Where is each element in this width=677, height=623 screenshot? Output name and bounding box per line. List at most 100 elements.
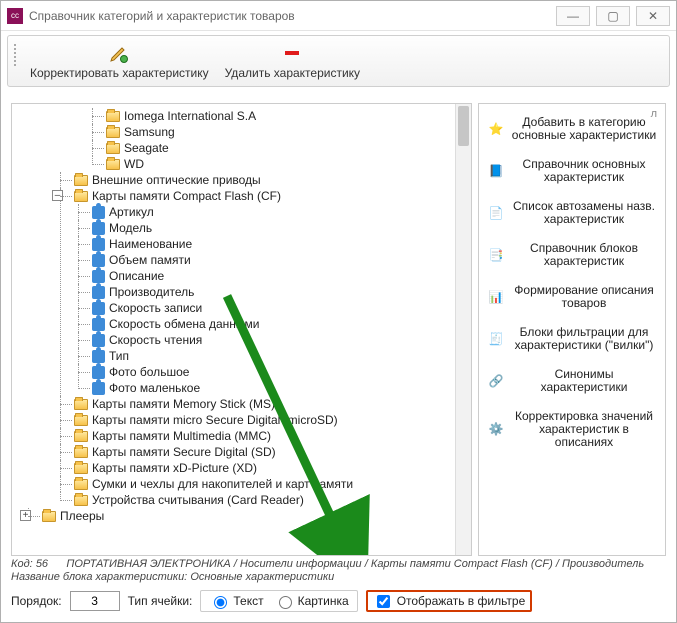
tree-characteristic[interactable]: Наименование [92, 236, 453, 252]
tree-folder[interactable]: Плееры [42, 508, 453, 524]
tree-label: Скорость записи [109, 300, 202, 316]
folder-icon [74, 447, 88, 458]
side-item-label: Справочник основных характеристик [511, 158, 657, 184]
celltype-image-option[interactable]: Картинка [274, 593, 349, 609]
side-item-icon: 🧾 [487, 330, 505, 348]
puzzle-icon [92, 222, 105, 235]
folder-icon [74, 415, 88, 426]
tree-folder[interactable]: Карты памяти Multimedia (MMC) [74, 428, 453, 444]
titlebar: cc Справочник категорий и характеристик … [1, 1, 676, 31]
folder-icon [106, 127, 120, 138]
show-in-filter-input[interactable] [377, 595, 390, 608]
tree-label: Скорость чтения [109, 332, 202, 348]
tree-toggle[interactable]: – [52, 190, 63, 201]
window-title: Справочник категорий и характеристик тов… [29, 9, 550, 23]
tree-label: Карты памяти Secure Digital (SD) [92, 444, 276, 460]
folder-icon [74, 479, 88, 490]
tree-label: Модель [109, 220, 152, 236]
tree-label: Фото большое [109, 364, 189, 380]
tree-folder[interactable]: Карты памяти Compact Flash (CF) [74, 188, 453, 204]
delete-characteristic-label: Удалить характеристику [225, 66, 360, 80]
tree-label: Скорость обмена данными [109, 316, 260, 332]
tree-folder[interactable]: Seagate [106, 140, 453, 156]
info-block: Код: 56 ПОРТАТИВНАЯ ЭЛЕКТРОНИКА / Носите… [11, 556, 666, 586]
tree-characteristic[interactable]: Модель [92, 220, 453, 236]
puzzle-icon [92, 270, 105, 283]
puzzle-icon [92, 350, 105, 363]
folder-icon [74, 431, 88, 442]
tree-characteristic[interactable]: Артикул [92, 204, 453, 220]
puzzle-icon [92, 254, 105, 267]
tree-characteristic[interactable]: Описание [92, 268, 453, 284]
tree-folder[interactable]: Карты памяти Secure Digital (SD) [74, 444, 453, 460]
side-action-item[interactable]: 📘Справочник основных характеристик [481, 150, 663, 192]
side-search-hint: л [651, 108, 657, 120]
block-label: Название блока характеристики: [11, 571, 187, 583]
tree-label: Сумки и чехлы для накопителей и карт пам… [92, 476, 353, 492]
tree-label: Фото маленькое [109, 380, 200, 396]
tree-characteristic[interactable]: Скорость записи [92, 300, 453, 316]
maximize-button[interactable]: ▢ [596, 6, 630, 26]
show-in-filter-checkbox[interactable]: Отображать в фильтре [366, 590, 533, 612]
tree-label: Карты памяти Multimedia (MMC) [92, 428, 271, 444]
tree-characteristic[interactable]: Скорость обмена данными [92, 316, 453, 332]
tree-folder[interactable]: Карты памяти Memory Stick (MS) [74, 396, 453, 412]
minus-icon [281, 42, 303, 64]
bottom-controls: Порядок: Тип ячейки: Текст Картинка Отоб… [11, 586, 666, 612]
tree-folder[interactable]: Сумки и чехлы для накопителей и карт пам… [74, 476, 453, 492]
puzzle-icon [92, 334, 105, 347]
folder-icon [106, 159, 120, 170]
puzzle-icon [92, 382, 105, 395]
tree-folder[interactable]: Карты памяти xD-Picture (XD) [74, 460, 453, 476]
celltype-text-radio[interactable] [214, 596, 227, 609]
tree-folder[interactable]: WD [106, 156, 453, 172]
tree-folder[interactable]: Samsung [106, 124, 453, 140]
tree-label: Iomega International S.A [124, 108, 256, 124]
tree-folder[interactable]: Карты памяти micro Secure Digital (micro… [74, 412, 453, 428]
delete-characteristic-button[interactable]: Удалить характеристику [219, 40, 366, 82]
side-action-item[interactable]: ⭐Добавить в категорию основные характери… [481, 108, 663, 150]
side-action-item[interactable]: 🔗Синонимы характеристики [481, 360, 663, 402]
celltype-label: Тип ячейки: [128, 594, 193, 608]
minimize-button[interactable]: — [556, 6, 590, 26]
tree-folder[interactable]: Внешние оптические приводы [74, 172, 453, 188]
edit-characteristic-button[interactable]: Корректировать характеристику [24, 40, 215, 82]
tree-label: Объем памяти [109, 252, 191, 268]
side-item-icon: 📊 [487, 288, 505, 306]
folder-icon [42, 511, 56, 522]
tree-characteristic[interactable]: Производитель [92, 284, 453, 300]
tree-label: Производитель [109, 284, 194, 300]
side-action-item[interactable]: 📑Справочник блоков характеристик [481, 234, 663, 276]
puzzle-icon [92, 302, 105, 315]
celltype-image-radio[interactable] [279, 596, 292, 609]
tree-label: Внешние оптические приводы [92, 172, 261, 188]
folder-icon [74, 175, 88, 186]
side-item-label: Справочник блоков характеристик [511, 242, 657, 268]
tree-characteristic[interactable]: Тип [92, 348, 453, 364]
tree-scrollbar[interactable] [455, 104, 471, 555]
side-action-item[interactable]: 🧾Блоки фильтрации для характеристики ("в… [481, 318, 663, 360]
celltype-text-option[interactable]: Текст [209, 593, 263, 609]
tree-characteristic[interactable]: Фото большое [92, 364, 453, 380]
folder-icon [74, 463, 88, 474]
tree-folder[interactable]: Устройства считывания (Card Reader) [74, 492, 453, 508]
tree-characteristic[interactable]: Фото маленькое [92, 380, 453, 396]
side-action-item[interactable]: 📊Формирование описания товаров [481, 276, 663, 318]
side-item-label: Добавить в категорию основные характерис… [511, 116, 657, 142]
breadcrumb: ПОРТАТИВНАЯ ЭЛЕКТРОНИКА / Носители инфор… [66, 558, 644, 570]
side-action-item[interactable]: ⚙️Корректировка значений характеристик в… [481, 402, 663, 457]
tree-characteristic[interactable]: Скорость чтения [92, 332, 453, 348]
category-tree[interactable]: Внешние оптические приводыКарты памяти C… [14, 172, 453, 508]
tree-characteristic[interactable]: Объем памяти [92, 252, 453, 268]
tree-folder[interactable]: Iomega International S.A [106, 108, 453, 124]
side-item-icon: 📄 [487, 204, 505, 222]
folder-icon [106, 111, 120, 122]
side-action-item[interactable]: 📄Список автозамены назв. характеристик [481, 192, 663, 234]
tree-label: Карты памяти xD-Picture (XD) [92, 460, 257, 476]
close-button[interactable]: ✕ [636, 6, 670, 26]
puzzle-icon [92, 286, 105, 299]
tree-label: Seagate [124, 140, 169, 156]
order-input[interactable] [70, 591, 120, 611]
tree-toggle[interactable]: + [20, 510, 31, 521]
order-label: Порядок: [11, 594, 62, 608]
